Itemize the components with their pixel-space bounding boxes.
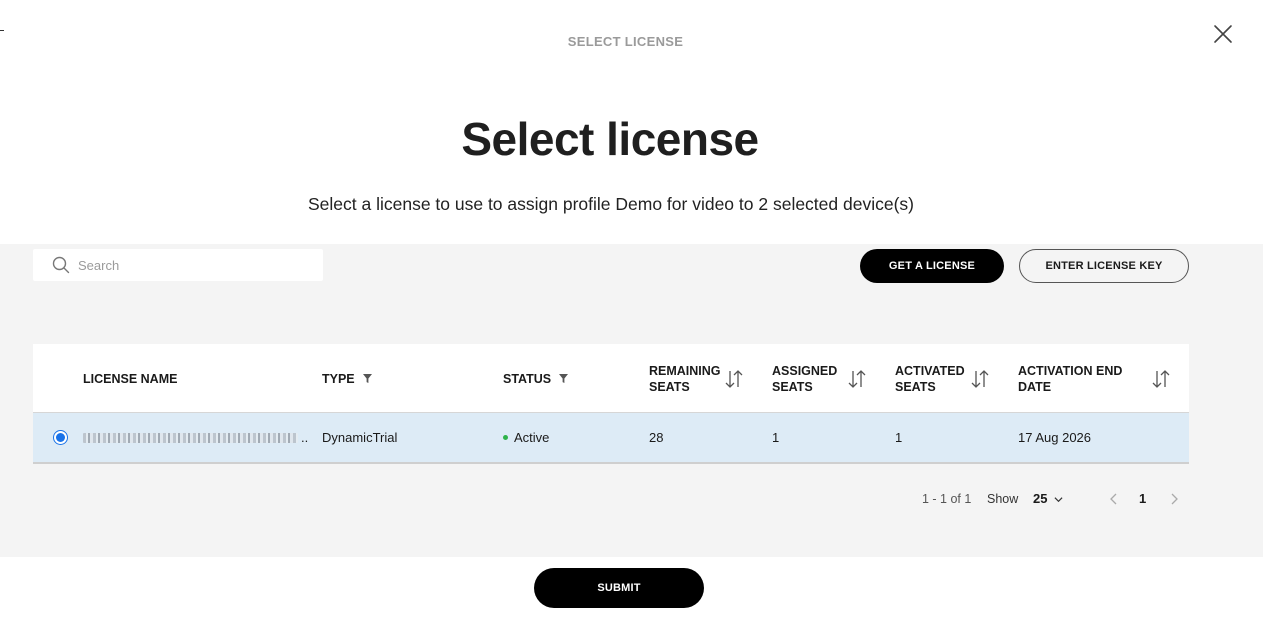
sort-icon[interactable] [848,369,866,389]
column-activated-seats: ACTIVATED SEATS [895,344,965,413]
column-label: SEATS [772,379,813,394]
license-panel: GET A LICENSE ENTER LICENSE KEY LICENSE … [0,244,1263,557]
pagination: 1 - 1 of 1 Show 25 1 [0,489,1263,509]
radio-dot [56,433,65,442]
column-label: SEATS [895,379,936,394]
sort-icon[interactable] [725,369,743,389]
filter-icon[interactable] [559,374,569,383]
column-activation-end-date: ACTIVATION END DATE [1018,344,1122,413]
close-icon [1214,25,1232,43]
column-label: LICENSE NAME [83,371,178,386]
status-active-icon [503,435,508,440]
page-size-label: Show [987,492,1019,506]
column-remaining-seats: REMAINING SEATS [649,344,721,413]
enter-license-key-button[interactable]: ENTER LICENSE KEY [1019,249,1189,283]
column-label: ACTIVATION END [1018,363,1123,378]
column-label: TYPE [322,371,355,386]
cell-remaining-seats: 28 [649,430,664,445]
cell-type: DynamicTrial [322,430,398,445]
dialog-header-label: SELECT LICENSE [567,34,684,49]
search-input[interactable] [78,257,318,273]
chevron-right-icon[interactable] [1167,492,1181,506]
chevron-left-icon[interactable] [1107,492,1121,506]
sort-icon[interactable] [1152,369,1170,389]
column-label: SEATS [649,379,690,394]
column-assigned-seats: ASSIGNED SEATS [772,344,837,413]
submit-button[interactable]: SUBMIT [534,568,704,608]
table-header: LICENSE NAME TYPE STATUS REMAINING SEATS … [33,344,1189,413]
cell-activated-seats: 1 [895,430,903,445]
current-page[interactable]: 1 [1139,489,1146,509]
page-title: Select license [461,113,759,165]
cell-activation-end-date: 17 Aug 2026 [1018,430,1092,445]
close-button[interactable] [1211,22,1235,46]
license-table: LICENSE NAME TYPE STATUS REMAINING SEATS … [33,344,1189,464]
page-size-select[interactable]: 25 [1033,489,1063,509]
filter-icon[interactable] [362,374,372,383]
cell-status: Active [503,413,549,462]
cell-license-name: .. [83,413,308,462]
column-label: ASSIGNED [772,363,838,378]
row-select-radio[interactable] [53,430,68,445]
search-icon [52,256,70,274]
column-label: ACTIVATED [895,363,965,378]
column-license-name: LICENSE NAME [83,344,177,413]
status-text: Active [514,430,550,445]
page-subtitle: Select a license to use to assign profil… [307,194,914,214]
get-license-button[interactable]: GET A LICENSE [860,249,1004,283]
edge-divider [0,30,4,31]
chevron-down-icon [1054,496,1063,502]
select-license-dialog: SELECT LICENSE Select license Select a l… [0,0,1263,619]
ellipsis: .. [301,430,309,445]
column-label: STATUS [503,371,552,386]
sort-icon[interactable] [971,369,989,389]
table-row[interactable]: .. DynamicTrial Active 28 1 1 17 Aug 202… [33,413,1189,464]
redacted-license-name [83,432,298,443]
column-type: TYPE [322,344,372,413]
column-label: DATE [1018,379,1052,394]
page-size-value: 25 [1033,491,1048,506]
column-status: STATUS [503,344,569,413]
column-label: REMAINING [649,363,721,378]
pagination-range: 1 - 1 of 1 [922,492,972,506]
cell-assigned-seats: 1 [772,430,780,445]
search-box[interactable] [33,249,323,281]
